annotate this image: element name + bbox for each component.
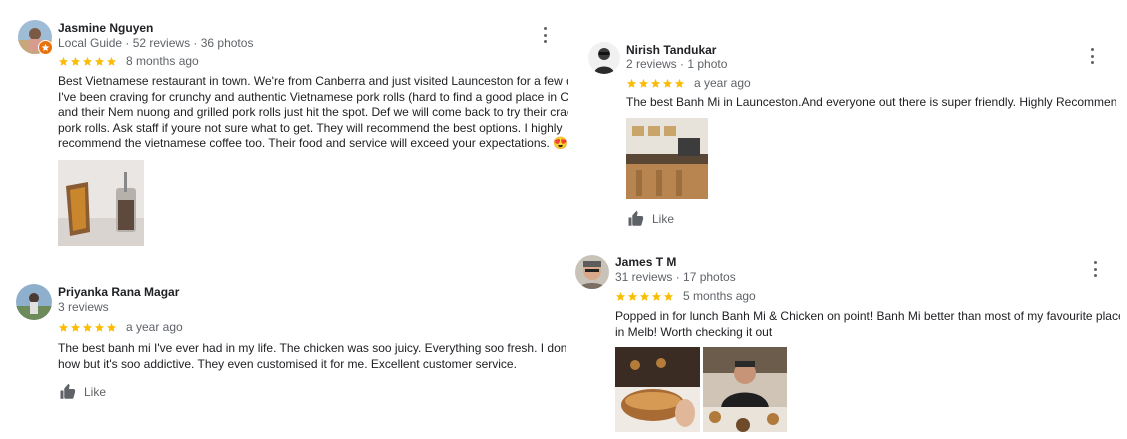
reviewer-meta: 2 reviews · 1 photo (626, 57, 728, 71)
reviewer-meta: 31 reviews · 17 photos (615, 270, 736, 284)
like-label: Like (84, 385, 107, 399)
photo-diner (703, 347, 787, 432)
star-icon (650, 78, 661, 89)
photo-food-rolls (58, 160, 144, 246)
avatar-photo (588, 42, 620, 74)
more-options-button[interactable] (1087, 48, 1097, 64)
rating-row: 8 months ago (58, 54, 199, 68)
review-text-line: pork rolls. Ask staff if youre not sure … (58, 120, 563, 135)
reviewer-name[interactable]: Nirish Tandukar (626, 43, 716, 57)
photo-banh-mi (615, 347, 700, 432)
reviewer-meta: 3 reviews (58, 300, 109, 314)
review-text: The best Banh Mi in Launceston.And every… (626, 95, 1116, 111)
star-icon (674, 78, 685, 89)
review-date: a year ago (126, 320, 183, 334)
avatar[interactable] (16, 284, 52, 320)
review-date: 5 months ago (683, 289, 756, 303)
rating-row: 5 months ago (615, 289, 756, 303)
star-icon (627, 291, 638, 302)
like-button[interactable]: Like (626, 210, 674, 228)
review-photo[interactable] (703, 347, 787, 432)
avatar-photo (16, 284, 52, 320)
review-text-line: The best Banh Mi in Launceston.And every… (626, 95, 1116, 109)
review-text-line: in Melb! Worth checking it out (615, 324, 773, 339)
avatar[interactable] (588, 42, 620, 74)
star-rating (58, 322, 117, 333)
star-rating (626, 78, 685, 89)
like-label: Like (652, 212, 675, 226)
more-options-button[interactable] (1090, 261, 1100, 277)
star-rating (58, 56, 117, 67)
star-icon (639, 291, 650, 302)
local-guide-badge-icon (38, 40, 53, 55)
review-text-line: The best banh mi I've ever had in my lif… (58, 341, 566, 355)
more-options-button[interactable] (540, 27, 550, 43)
star-icon (663, 291, 674, 302)
star-icon (638, 78, 649, 89)
star-rating (615, 291, 674, 302)
star-icon (58, 56, 69, 67)
star-icon (94, 322, 105, 333)
reviewer-name[interactable]: James T M (615, 255, 676, 269)
thumbs-up-icon (58, 383, 78, 401)
star-icon (626, 78, 637, 89)
review-text-line: Popped in for lunch Banh Mi & Chicken on… (615, 309, 1120, 323)
review-text: Best Vietnamese restaurant in town. We'r… (58, 74, 568, 152)
star-icon (615, 291, 626, 302)
star-icon (58, 322, 69, 333)
rating-row: a year ago (58, 320, 183, 334)
avatar-photo (575, 255, 609, 289)
star-icon (651, 291, 662, 302)
review-text-line: how but it's soo addictive. They even cu… (58, 356, 517, 371)
review-text-line: I've been craving for crunchy and authen… (58, 89, 568, 104)
review-text: Popped in for lunch Banh Mi & Chicken on… (615, 309, 1120, 340)
star-icon (662, 78, 673, 89)
review-photo[interactable] (58, 160, 144, 246)
review-date: a year ago (694, 76, 751, 90)
review-photo[interactable] (615, 347, 700, 432)
star-icon (82, 56, 93, 67)
reviewer-name[interactable]: Priyanka Rana Magar (58, 285, 179, 299)
review-text-line: recommend the vietnamese coffee too. The… (58, 136, 568, 150)
review-text-line: and their Nem nuong and grilled pork rol… (58, 105, 568, 119)
reviewer-name[interactable]: Jasmine Nguyen (58, 21, 153, 35)
star-icon (82, 322, 93, 333)
review-text: The best banh mi I've ever had in my lif… (58, 341, 566, 372)
thumbs-up-icon (626, 210, 646, 228)
review-text-line: Best Vietnamese restaurant in town. We'r… (58, 74, 568, 88)
star-icon (70, 322, 81, 333)
photo-shop-counter (626, 118, 708, 199)
star-icon (106, 322, 117, 333)
star-icon (94, 56, 105, 67)
star-icon (106, 56, 117, 67)
reviewer-meta: Local Guide · 52 reviews · 36 photos (58, 36, 254, 50)
review-date: 8 months ago (126, 54, 199, 68)
star-icon (70, 56, 81, 67)
avatar[interactable] (575, 255, 609, 289)
like-button[interactable]: Like (58, 383, 106, 401)
review-photo[interactable] (626, 118, 708, 199)
rating-row: a year ago (626, 76, 751, 90)
